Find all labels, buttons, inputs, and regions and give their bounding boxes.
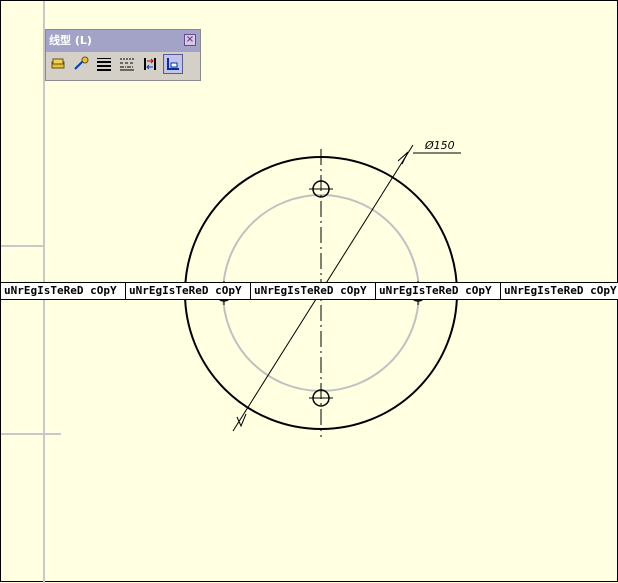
watermark-text: uNrEgIsTeReD cOpY (1, 283, 126, 299)
watermark-strip: uNrEgIsTeReD cOpY uNrEgIsTeReD cOpY uNrE… (1, 282, 618, 300)
line-style-icon[interactable] (71, 54, 91, 74)
toolbar-title[interactable]: 线型 (L) (46, 30, 200, 52)
linetype-toolbar[interactable]: 线型 (L) × (45, 29, 201, 81)
close-icon[interactable]: × (184, 34, 196, 46)
diameter-label: Ø150 (425, 139, 455, 152)
watermark-text: uNrEgIsTeReD cOpY (504, 284, 617, 297)
line-pattern-icon[interactable] (117, 54, 137, 74)
linetype-manager-icon[interactable] (163, 54, 183, 74)
dimension-arrow-bottom (236, 413, 247, 428)
swap-icon[interactable] (140, 54, 160, 74)
watermark-text: uNrEgIsTeReD cOpY (376, 283, 501, 299)
line-weight-icon[interactable] (94, 54, 114, 74)
drawing-canvas[interactable]: Ø150 uNrEgIsTeReD cOpY uNrEgIsTeReD cOpY… (0, 0, 618, 583)
watermark-text: uNrEgIsTeReD cOpY (126, 283, 251, 299)
layers-icon[interactable] (48, 54, 68, 74)
dimension-arrow-top (397, 151, 409, 165)
watermark-text: uNrEgIsTeReD cOpY (251, 283, 376, 299)
toolbar-icons (48, 54, 183, 78)
